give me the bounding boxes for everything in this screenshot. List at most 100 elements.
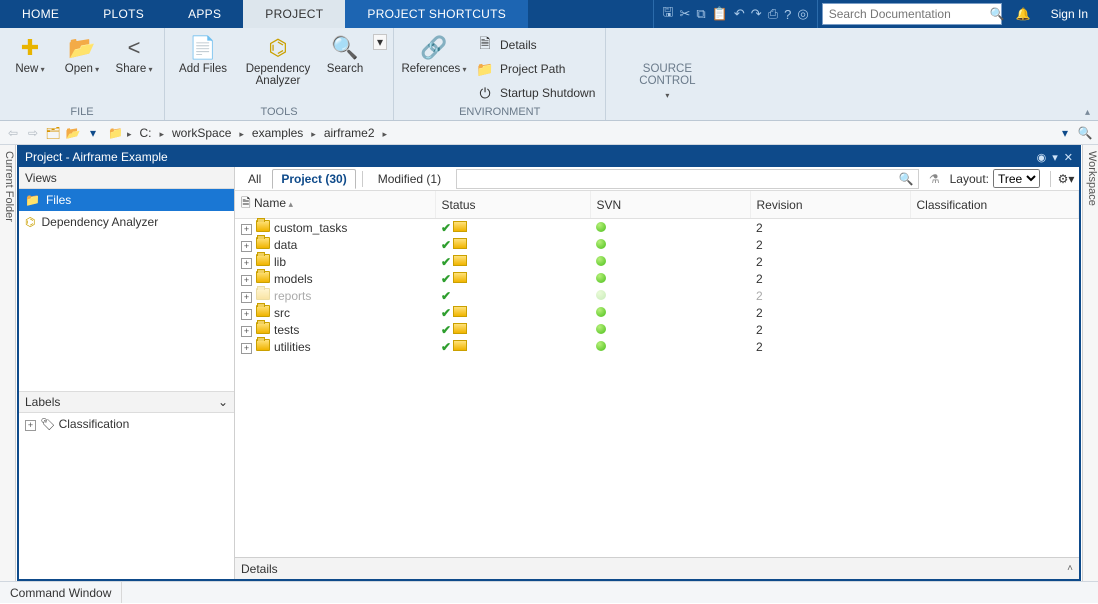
add-files-button[interactable]: 📄Add Files (171, 30, 235, 76)
labels-header[interactable]: Labels⌄ (19, 391, 234, 413)
layout-label: Layout: (950, 172, 989, 186)
group-source-control: SOURCE CONTROL▾ (606, 28, 728, 120)
cut-icon[interactable]: ✂ (680, 6, 691, 22)
details-strip[interactable]: Details˄ (235, 557, 1079, 579)
print-icon[interactable]: ⎙ (768, 6, 778, 22)
panel-menu-icon[interactable]: ▾ (1052, 151, 1058, 164)
funnel-icon[interactable]: ⚗ (925, 172, 944, 186)
folder-icon (453, 340, 467, 351)
folder-icon (256, 237, 270, 249)
workspace-tab[interactable]: Workspace (1082, 145, 1098, 581)
nav-back-icon[interactable]: ⇦ (4, 124, 22, 142)
tab-plots[interactable]: PLOTS (81, 0, 166, 28)
view-files[interactable]: 📁Files (19, 189, 234, 211)
view-dependency-analyzer[interactable]: ⌬Dependency Analyzer (19, 211, 234, 233)
filter-modified[interactable]: Modified (1) (369, 169, 450, 189)
search-documentation-input[interactable] (823, 5, 990, 23)
tab-project[interactable]: PROJECT (243, 0, 345, 28)
crumb-0[interactable]: C: (135, 126, 155, 140)
crumb-3[interactable]: airframe2 (320, 126, 379, 140)
tab-project-shortcuts[interactable]: PROJECT SHORTCUTS (345, 0, 528, 28)
crumb-2[interactable]: examples (248, 126, 307, 140)
crumb-1[interactable]: workSpace (168, 126, 235, 140)
filter-input[interactable] (457, 172, 895, 186)
views-header: Views (19, 167, 234, 189)
panel-close-icon[interactable]: ✕ (1064, 151, 1073, 164)
file-table[interactable]: 🗎 Name Status SVN Revision Classificatio… (235, 191, 1079, 557)
folder-icon (453, 272, 467, 283)
expand-icon[interactable]: + (241, 224, 252, 235)
svn-clean-icon (596, 341, 606, 351)
table-row[interactable]: +utilities✔2 (235, 338, 1079, 355)
filter-all[interactable]: All (239, 169, 270, 189)
table-row[interactable]: +custom_tasks✔2 (235, 219, 1079, 237)
search-icon[interactable]: 🔍 (895, 172, 918, 186)
search-documentation[interactable]: 🔍 (822, 3, 1002, 25)
table-row[interactable]: +data✔2 (235, 236, 1079, 253)
notifications-icon[interactable]: 🔔 (1006, 0, 1041, 28)
startup-shutdown-button[interactable]: ⏻Startup Shutdown (472, 82, 599, 104)
dependency-analyzer-button[interactable]: ⌬Dependency Analyzer (239, 30, 317, 88)
expand-icon[interactable]: + (25, 420, 36, 431)
redo-icon[interactable]: ↷ (751, 6, 762, 22)
address-bar: ⇦ ⇨ 🗂 📂 ▾ 📁 C: workSpace examples airfra… (0, 121, 1098, 145)
new-button[interactable]: ✚New (6, 30, 54, 77)
table-row[interactable]: +models✔2 (235, 270, 1079, 287)
up-folder-icon[interactable]: 🗂 (44, 124, 62, 142)
folder-icon (256, 322, 270, 334)
panel-dock-icon[interactable]: ◉ (1037, 151, 1047, 164)
group-file: ✚New 📂Open <Share FILE (0, 28, 165, 120)
details-icon: 🗎 (476, 33, 494, 57)
gear-icon[interactable]: ⚙▾ (1057, 172, 1075, 186)
minimize-ribbon-icon[interactable]: ▴ (1085, 107, 1090, 118)
addr-search-icon[interactable]: 🔍 (1076, 124, 1094, 142)
chevron-down-icon: ⌄ (218, 395, 234, 409)
source-control-menu[interactable]: SOURCE CONTROL▾ (612, 30, 722, 101)
tab-home[interactable]: HOME (0, 0, 81, 28)
col-classification[interactable]: Classification (910, 191, 1079, 219)
expand-icon[interactable]: + (241, 241, 252, 252)
project-path-button[interactable]: 📁Project Path (472, 58, 599, 80)
classification-label[interactable]: Classification (59, 417, 130, 431)
search-button[interactable]: 🔍Search (321, 30, 369, 76)
share-button[interactable]: <Share (110, 30, 158, 77)
command-window-cell[interactable]: Command Window (0, 582, 122, 603)
open-button[interactable]: 📂Open (58, 30, 106, 77)
resources-icon[interactable]: ◎ (797, 6, 808, 22)
browse-icon[interactable]: 📂 (64, 124, 82, 142)
svn-clean-icon (596, 239, 606, 249)
expand-icon[interactable]: + (241, 292, 252, 303)
table-row[interactable]: +reports✔2 (235, 287, 1079, 304)
expand-icon[interactable]: + (241, 258, 252, 269)
help-icon[interactable]: ? (784, 7, 791, 22)
expand-icon[interactable]: + (241, 326, 252, 337)
table-row[interactable]: +lib✔2 (235, 253, 1079, 270)
history-icon[interactable]: ▾ (84, 124, 102, 142)
search-icon[interactable]: 🔍 (990, 7, 1005, 21)
copy-icon[interactable]: ⧉ (696, 6, 705, 22)
references-button[interactable]: 🔗References (400, 30, 468, 77)
expand-icon[interactable]: + (241, 309, 252, 320)
col-status[interactable]: Status (435, 191, 590, 219)
expand-icon[interactable]: + (241, 343, 252, 354)
filter-project[interactable]: Project (30) (272, 169, 355, 189)
current-folder-tab[interactable]: Current Folder (0, 145, 16, 581)
expand-icon[interactable]: + (241, 275, 252, 286)
col-revision[interactable]: Revision (750, 191, 910, 219)
paste-icon[interactable]: 📋 (712, 6, 728, 22)
addr-dropdown-icon[interactable]: ▾ (1056, 124, 1074, 142)
quick-access-toolbar: 🖫 ✂ ⧉ 📋 ↶ ↷ ⎙ ? ◎ (653, 0, 817, 28)
table-row[interactable]: +tests✔2 (235, 321, 1079, 338)
undo-icon[interactable]: ↶ (734, 6, 745, 22)
signin-link[interactable]: Sign In (1041, 0, 1098, 28)
nav-fwd-icon[interactable]: ⇨ (24, 124, 42, 142)
chevron-up-icon[interactable]: ˄ (1067, 563, 1073, 574)
tools-more-button[interactable]: ▾ (373, 34, 387, 50)
col-name[interactable]: 🗎 Name (235, 191, 435, 219)
save-icon[interactable]: 🖫 (662, 3, 673, 25)
tab-apps[interactable]: APPS (166, 0, 243, 28)
details-button[interactable]: 🗎Details (472, 34, 599, 56)
col-svn[interactable]: SVN (590, 191, 750, 219)
table-row[interactable]: +src✔2 (235, 304, 1079, 321)
layout-select[interactable]: Tree (993, 169, 1040, 188)
